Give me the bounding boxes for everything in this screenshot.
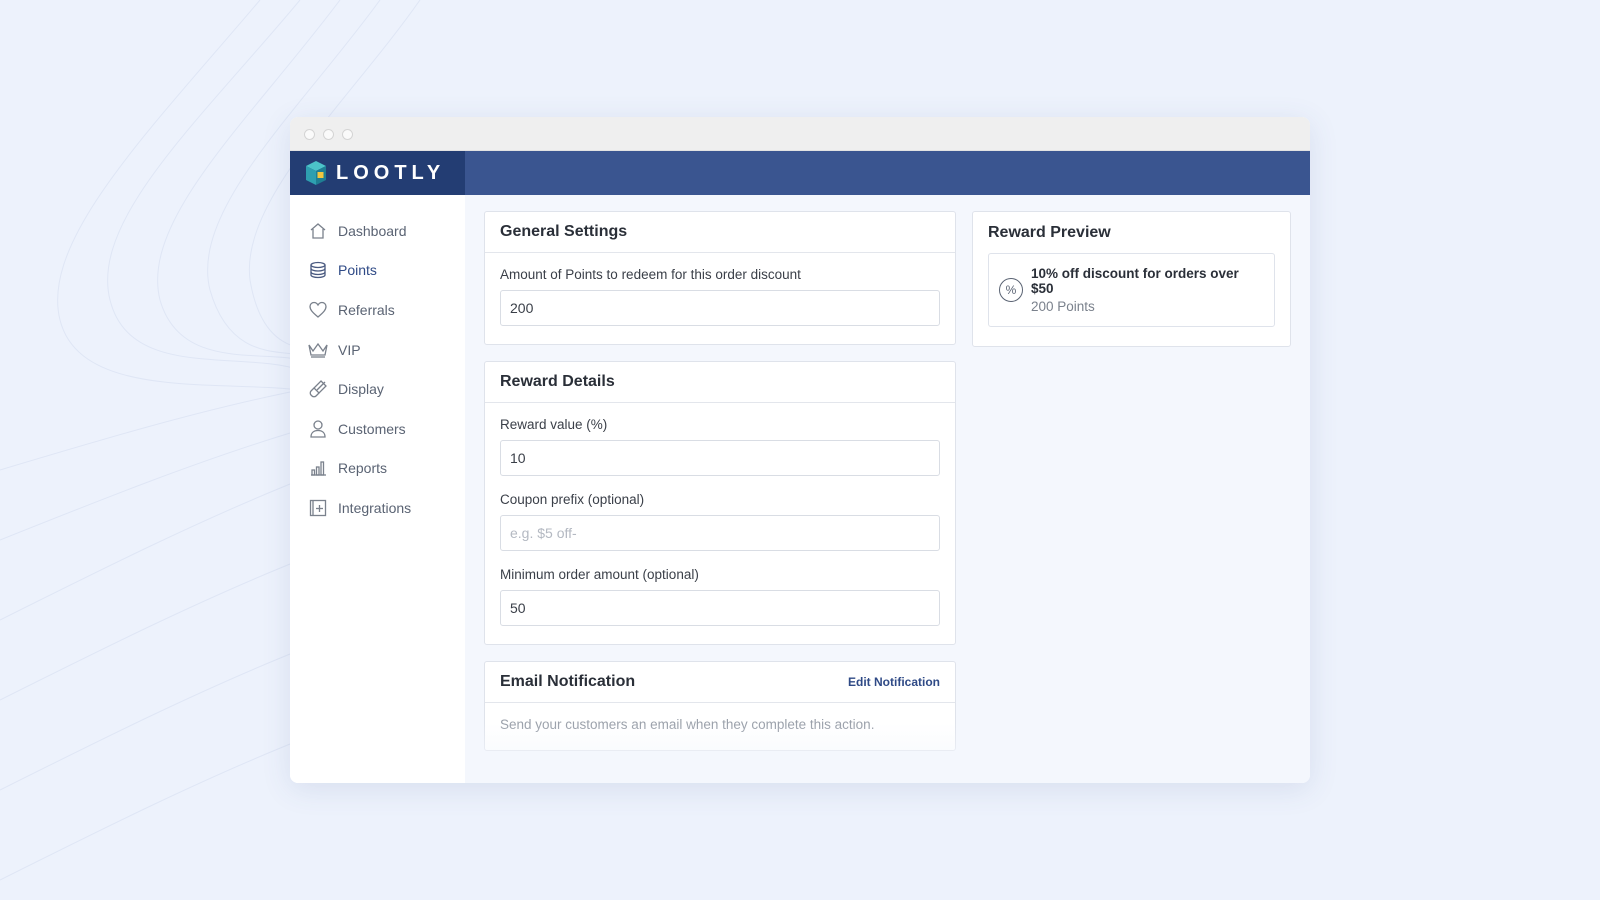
window-close-dot[interactable] xyxy=(304,129,315,140)
main-content: General Settings Amount of Points to red… xyxy=(465,195,1310,783)
email-description: Send your customers an email when they c… xyxy=(500,717,875,732)
sidebar-item-reports[interactable]: Reports xyxy=(290,449,465,489)
card-title: Reward Preview xyxy=(988,223,1111,241)
preview-column: Reward Preview % 10% off discount for or… xyxy=(972,211,1291,363)
sidebar-item-customers[interactable]: Customers xyxy=(290,409,465,449)
email-notification-card: Email Notification Edit Notification Sen… xyxy=(484,661,956,751)
sidebar-item-display[interactable]: Display xyxy=(290,369,465,409)
reward-preview-card: Reward Preview % 10% off discount for or… xyxy=(972,211,1291,347)
edit-notification-link[interactable]: Edit Notification xyxy=(848,675,940,689)
card-title: Reward Details xyxy=(500,373,615,390)
sidebar-item-label: VIP xyxy=(338,341,361,358)
preview-reward-title: 10% off discount for orders over $50 xyxy=(1031,266,1239,296)
sidebar-item-label: Display xyxy=(338,381,384,398)
general-settings-card: General Settings Amount of Points to red… xyxy=(484,211,956,345)
coins-icon xyxy=(308,260,328,280)
heart-icon xyxy=(308,300,328,320)
top-bar xyxy=(465,151,1310,195)
sidebar-item-label: Dashboard xyxy=(338,222,407,239)
points-input[interactable] xyxy=(500,290,940,326)
sidebar-item-label: Integrations xyxy=(338,499,412,516)
reward-preview-box: % 10% off discount for orders over $50 2… xyxy=(988,253,1275,327)
lootly-logo-icon xyxy=(306,161,326,185)
sidebar-nav: Dashboard Points Referrals VIP Display C… xyxy=(290,195,465,783)
sidebar-item-label: Reports xyxy=(338,460,388,477)
card-title: Email Notification xyxy=(500,673,636,690)
settings-column: General Settings Amount of Points to red… xyxy=(484,211,956,767)
reward-value-label: Reward value (%) xyxy=(500,417,608,432)
min-order-label: Minimum order amount (optional) xyxy=(500,567,699,582)
user-icon xyxy=(308,419,328,439)
sidebar-item-dashboard[interactable]: Dashboard xyxy=(290,211,465,251)
app-header: LOOTLY xyxy=(290,151,1310,195)
percent-icon: % xyxy=(999,278,1023,302)
min-order-input[interactable] xyxy=(500,590,940,626)
home-icon xyxy=(308,221,328,241)
sidebar-item-label: Points xyxy=(338,262,377,279)
card-title: General Settings xyxy=(500,223,628,240)
reward-details-card: Reward Details Reward value (%) Coupon p… xyxy=(484,361,956,645)
sidebar-item-label: Customers xyxy=(338,420,406,437)
reward-value-input[interactable] xyxy=(500,440,940,476)
brand-area[interactable]: LOOTLY xyxy=(290,151,465,195)
window-titlebar xyxy=(290,117,1310,151)
plus-square-icon xyxy=(308,498,328,518)
sidebar-item-label: Referrals xyxy=(338,301,395,318)
coupon-prefix-input[interactable] xyxy=(500,515,940,551)
crown-icon xyxy=(308,340,328,360)
app-window: LOOTLY Dashboard Points Referrals VIP Di… xyxy=(290,117,1310,783)
sidebar-item-referrals[interactable]: Referrals xyxy=(290,290,465,330)
sidebar-item-points[interactable]: Points xyxy=(290,251,465,291)
sidebar-item-integrations[interactable]: Integrations xyxy=(290,488,465,528)
brush-icon xyxy=(308,379,328,399)
brand-name: LOOTLY xyxy=(336,161,446,184)
window-minimize-dot[interactable] xyxy=(323,129,334,140)
bar-chart-icon xyxy=(308,458,328,478)
window-maximize-dot[interactable] xyxy=(342,129,353,140)
points-label: Amount of Points to redeem for this orde… xyxy=(500,267,801,282)
preview-reward-points: 200 Points xyxy=(1031,299,1095,314)
sidebar-item-vip[interactable]: VIP xyxy=(290,330,465,370)
coupon-prefix-label: Coupon prefix (optional) xyxy=(500,492,645,507)
